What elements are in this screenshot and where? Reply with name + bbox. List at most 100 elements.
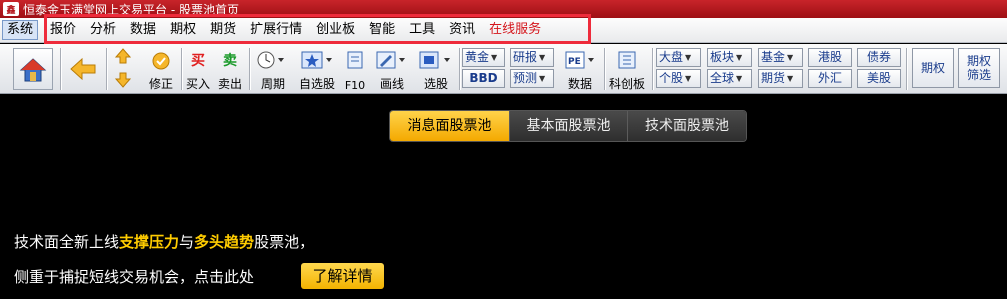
- futures-dropdown[interactable]: 期货 ▼: [758, 69, 803, 88]
- sell-icon: 卖: [223, 53, 237, 69]
- promo-highlight-trend: 多头趋势: [194, 233, 255, 251]
- options-button[interactable]: 期权: [912, 48, 954, 88]
- svg-text:PE: PE: [568, 57, 581, 67]
- menu-system[interactable]: 系统: [2, 20, 39, 40]
- buy-icon: 买: [191, 53, 205, 69]
- tab-technical-pool[interactable]: 技术面股票池: [627, 111, 746, 141]
- toolbar: 修正 买 买入 卖 卖出 周期 自选股 F10 画线 选股 黄金 ▼ BBD 研…: [0, 44, 1007, 94]
- promo-text: 技术面全新上线: [14, 233, 120, 251]
- hk-stock-label: 港股: [817, 50, 842, 64]
- chevron-down-icon: ▼: [736, 53, 743, 62]
- gold-dropdown[interactable]: 黄金 ▼: [462, 48, 505, 67]
- f10-button[interactable]: F10: [340, 48, 370, 92]
- options-filter-label-1: 期权: [966, 54, 991, 68]
- watchlist-label: 自选股: [298, 77, 335, 91]
- menu-news[interactable]: 资讯: [443, 20, 481, 40]
- bbd-label: BBD: [469, 71, 498, 85]
- research-label: 研报: [513, 50, 538, 64]
- menu-bar: 系统 报价 分析 数据 期权 期货 扩展行情 创业板 智能 工具 资讯 在线服务: [0, 18, 1007, 43]
- sell-label: 卖出: [217, 77, 242, 91]
- app-logo-icon: 鑫: [3, 2, 19, 16]
- forex-label: 外汇: [817, 71, 842, 85]
- pe-icon: PE: [564, 50, 596, 70]
- sell-button[interactable]: 卖 卖出: [216, 48, 244, 92]
- learn-more-button[interactable]: 了解详情: [301, 263, 384, 289]
- pe-data-button[interactable]: PE 数据: [562, 48, 598, 92]
- menu-analysis[interactable]: 分析: [84, 20, 122, 40]
- hk-stock-button[interactable]: 港股: [808, 48, 852, 67]
- bond-label: 债券: [866, 50, 891, 64]
- pick-stock-button[interactable]: 选股: [416, 48, 456, 92]
- clock-icon: [256, 50, 286, 70]
- bond-button[interactable]: 债券: [857, 48, 901, 67]
- chevron-down-icon: ▼: [736, 74, 743, 83]
- global-label: 全球: [710, 71, 735, 85]
- back-arrow-icon[interactable]: [68, 56, 98, 82]
- menu-data[interactable]: 数据: [124, 20, 162, 40]
- sector-label: 板块: [710, 50, 735, 64]
- correct-button[interactable]: 修正: [145, 48, 177, 92]
- gold-label: 黄金: [465, 50, 490, 64]
- chevron-down-icon: ▼: [685, 53, 692, 62]
- period-label: 周期: [260, 77, 285, 91]
- watchlist-button[interactable]: 自选股: [297, 48, 337, 92]
- options-filter-button[interactable]: 期权 筛选: [958, 48, 1000, 88]
- sector-dropdown[interactable]: 板块 ▼: [707, 48, 752, 67]
- forex-button[interactable]: 外汇: [808, 69, 852, 88]
- up-arrow-icon[interactable]: [114, 46, 132, 66]
- menu-extended-quotes[interactable]: 扩展行情: [244, 20, 308, 40]
- title-bar: 鑫 恒泰金玉满堂网上交易平台 - 股票池首页: [0, 0, 1007, 18]
- document-icon: [345, 50, 365, 70]
- promo-highlight-support: 支撑压力: [119, 233, 180, 251]
- menu-futures[interactable]: 期货: [204, 20, 242, 40]
- promo-text: 与: [179, 233, 195, 251]
- stock-label: 个股: [659, 71, 684, 85]
- bbd-button[interactable]: BBD: [462, 69, 505, 88]
- filter-icon: [418, 50, 454, 70]
- menu-quote[interactable]: 报价: [44, 20, 82, 40]
- stock-pool-tabs: 消息面股票池 基本面股票池 技术面股票池: [389, 110, 747, 142]
- market-label: 大盘: [659, 50, 684, 64]
- star-market-button[interactable]: 科创板: [606, 48, 648, 92]
- global-dropdown[interactable]: 全球 ▼: [707, 69, 752, 88]
- pick-stock-label: 选股: [423, 77, 448, 91]
- period-button[interactable]: 周期: [254, 48, 292, 92]
- f10-label: F10: [344, 79, 366, 92]
- stock-dropdown[interactable]: 个股 ▼: [656, 69, 701, 88]
- menu-options[interactable]: 期权: [164, 20, 202, 40]
- pencil-icon: [375, 50, 407, 70]
- buy-button[interactable]: 买 买入: [184, 48, 212, 92]
- grid-icon: [616, 50, 638, 70]
- drawline-label: 画线: [379, 77, 404, 91]
- fund-label: 基金: [761, 50, 786, 64]
- home-button[interactable]: [13, 48, 53, 90]
- menu-smart[interactable]: 智能: [363, 20, 401, 40]
- menu-tools[interactable]: 工具: [403, 20, 441, 40]
- chevron-down-icon: ▼: [539, 53, 546, 62]
- promo-line-2: 侧重于捕捉短线交易机会，点击此处: [14, 268, 255, 286]
- correct-label: 修正: [148, 77, 173, 91]
- research-dropdown[interactable]: 研报 ▼: [510, 48, 554, 67]
- forecast-dropdown[interactable]: 预测 ▼: [510, 69, 554, 88]
- options-label: 期权: [920, 61, 945, 75]
- options-filter-label-2: 筛选: [966, 68, 991, 82]
- chevron-down-icon: ▼: [787, 53, 794, 62]
- data-label: 数据: [567, 77, 592, 91]
- chevron-down-icon: ▼: [787, 74, 794, 83]
- promo-text: 股票池，: [254, 233, 315, 251]
- down-arrow-icon[interactable]: [114, 70, 132, 90]
- menu-chinext[interactable]: 创业板: [310, 20, 361, 40]
- fund-dropdown[interactable]: 基金 ▼: [758, 48, 803, 67]
- us-stock-button[interactable]: 美股: [857, 69, 901, 88]
- window-title: 恒泰金玉满堂网上交易平台 - 股票池首页: [23, 2, 239, 17]
- us-stock-label: 美股: [866, 71, 891, 85]
- menu-online-service[interactable]: 在线服务: [483, 20, 547, 40]
- futures-label: 期货: [761, 71, 786, 85]
- chevron-down-icon: ▼: [539, 74, 546, 83]
- tab-news-pool[interactable]: 消息面股票池: [390, 111, 509, 141]
- forecast-label: 预测: [513, 71, 538, 85]
- market-dropdown[interactable]: 大盘 ▼: [656, 48, 701, 67]
- buy-label: 买入: [185, 77, 210, 91]
- drawline-button[interactable]: 画线: [373, 48, 411, 92]
- tab-fundamental-pool[interactable]: 基本面股票池: [509, 111, 627, 141]
